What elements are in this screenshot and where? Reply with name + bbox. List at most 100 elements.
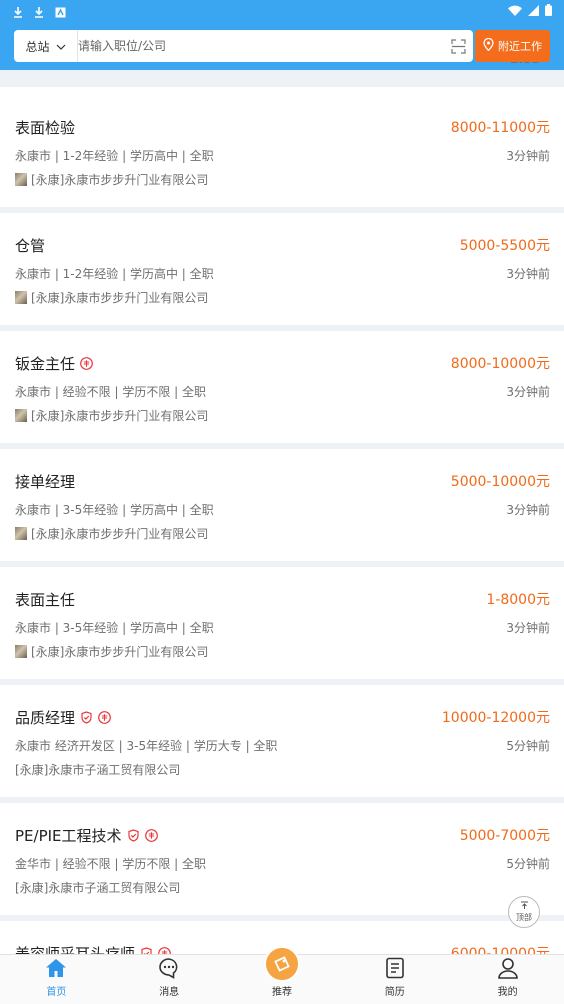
company-name: [永康]永康市步步升门业有限公司: [31, 409, 209, 423]
job-card[interactable]: 表面检验 8000-11000元永康市 | 1-2年经验 | 学历高中 | 全职 3…: [0, 95, 564, 207]
job-title-row: 表面检验: [15, 117, 75, 138]
job-list[interactable]: 表面检验 8000-11000元永康市 | 1-2年经验 | 学历高中 | 全职 3…: [0, 70, 564, 954]
job-meta: 永康市 | 3-5年经验 | 学历高中 | 全职: [15, 621, 214, 635]
urgent-icon: [144, 829, 158, 842]
profile-icon: [496, 956, 520, 980]
job-salary: 5000-5500元: [459, 238, 550, 254]
tab-resume-label: 简历: [384, 987, 405, 998]
company-name: [永康]永康市子涵工贸有限公司: [15, 881, 181, 895]
job-card[interactable]: 钣金主任 8000-10000元 永康市 | 经验不限 | 学历不限 | 全职 3分钟…: [0, 331, 564, 443]
job-title: PE/PIE工程技术: [15, 827, 122, 845]
scan-icon[interactable]: [443, 30, 473, 62]
job-title-row: 接单经理: [15, 471, 75, 492]
job-meta: 永康市 | 1-2年经验 | 学历高中 | 全职: [15, 267, 214, 281]
job-posted-time: 5分钟前: [506, 857, 550, 871]
back-to-top-button[interactable]: 顶部: [508, 896, 540, 928]
home-icon: [44, 956, 68, 980]
resume-icon: [383, 956, 407, 980]
download-icon: [33, 6, 45, 18]
job-title: 美容师采耳头疗师: [15, 945, 136, 954]
back-to-top-label: 顶部: [516, 913, 532, 922]
job-meta: 永康市 经济开发区 | 3-5年经验 | 学历大专 | 全职: [15, 739, 278, 753]
system-status-icons: [508, 4, 552, 20]
job-posted-time: 3分钟前: [506, 385, 550, 399]
job-meta: 永康市 | 3-5年经验 | 学历高中 | 全职: [15, 503, 214, 517]
tab-home[interactable]: 首页: [0, 955, 113, 1004]
tab-profile[interactable]: 我的: [451, 955, 564, 1004]
nearby-jobs-label: 附近工作: [498, 40, 542, 53]
recommend-icon: [263, 946, 300, 982]
job-salary: 8000-10000元: [450, 356, 550, 372]
verified-icon: [140, 947, 153, 954]
job-card[interactable]: PE/PIE工程技术 5000-7000元金华市 | 经验不限 | 学历不限 | …: [0, 803, 564, 915]
job-posted-time: 3分钟前: [506, 621, 550, 635]
tab-recommend-label: 推荐: [271, 987, 292, 998]
job-title: 钣金主任: [15, 355, 76, 373]
download-icon: [12, 6, 24, 18]
status-bar: 2:53: [0, 0, 564, 66]
company-name: [永康]永康市步步升门业有限公司: [31, 527, 209, 541]
job-meta: 永康市 | 1-2年经验 | 学历高中 | 全职: [15, 149, 214, 163]
job-title: 品质经理: [15, 709, 76, 727]
job-card[interactable]: 表面主任 1-8000元永康市 | 3-5年经验 | 学历高中 | 全职 3分钟前 […: [0, 567, 564, 679]
job-company-row: [永康]永康市子涵工贸有限公司: [15, 761, 180, 778]
job-title: 表面主任: [15, 591, 76, 609]
station-selector[interactable]: 总站: [14, 30, 78, 62]
battery-icon: [545, 4, 552, 20]
company-name: [永康]永康市步步升门业有限公司: [31, 291, 209, 305]
job-title-row: 表面主任: [15, 589, 75, 610]
company-name: [永康]永康市步步升门业有限公司: [31, 173, 209, 187]
job-salary: 8000-11000元: [450, 120, 550, 136]
job-salary: 5000-7000元: [459, 828, 550, 844]
station-label: 总站: [25, 39, 50, 54]
nearby-jobs-button[interactable]: 附近工作: [475, 30, 550, 62]
tab-messages[interactable]: 消息: [113, 955, 226, 1004]
urgent-icon: [98, 711, 111, 724]
tab-profile-label: 我的: [497, 987, 518, 998]
job-posted-time: 3分钟前: [506, 503, 550, 517]
job-title: 表面检验: [15, 119, 76, 137]
job-title: 仓管: [15, 237, 46, 255]
search-box: 总站: [14, 30, 473, 62]
verified-icon: [80, 711, 93, 724]
company-logo-icon: [15, 409, 27, 422]
verified-icon: [127, 829, 140, 842]
list-header-strip: [0, 87, 564, 95]
job-card[interactable]: 仓管 5000-5500元永康市 | 1-2年经验 | 学历高中 | 全职 3分钟前…: [0, 213, 564, 325]
arrow-up-icon: [520, 901, 529, 913]
app-notification-icon: [54, 6, 66, 18]
chevron-down-icon: [56, 39, 66, 53]
job-salary: 6000-10000元: [450, 946, 550, 954]
job-salary: 1-8000元: [486, 592, 550, 608]
tab-resume[interactable]: 简历: [338, 955, 451, 1004]
job-company-row: [永康]永康市子涵工贸有限公司: [15, 879, 180, 896]
bottom-tab-bar: 首页 消息 推荐 简历 我的: [0, 946, 564, 1004]
job-meta: 金华市 | 经验不限 | 学历不限 | 全职: [15, 857, 207, 871]
job-title-row: 品质经理: [15, 707, 111, 728]
job-posted-time: 3分钟前: [506, 267, 550, 281]
company-name: [永康]永康市步步升门业有限公司: [31, 645, 209, 659]
company-name: [永康]永康市子涵工贸有限公司: [15, 763, 181, 777]
company-logo-icon: [15, 291, 27, 304]
signal-icon: [528, 4, 539, 20]
job-title-row: 美容师采耳头疗师: [15, 943, 171, 954]
job-company-row: [永康]永康市步步升门业有限公司: [15, 643, 208, 660]
search-bar: 总站 附近工作: [14, 30, 550, 62]
search-input[interactable]: [78, 32, 443, 60]
app-header: 2:53 总站: [0, 0, 564, 70]
job-posted-time: 3分钟前: [506, 149, 550, 163]
location-pin-icon: [483, 37, 494, 54]
wifi-icon: [508, 5, 522, 20]
job-company-row: [永康]永康市步步升门业有限公司: [15, 289, 208, 306]
job-salary: 10000-12000元: [441, 710, 550, 726]
job-card[interactable]: 接单经理 5000-10000元 永康市 | 3-5年经验 | 学历高中 | 全职 3…: [0, 449, 564, 561]
job-title-row: 仓管: [15, 235, 45, 256]
company-logo-icon: [15, 527, 27, 540]
job-title-row: PE/PIE工程技术: [15, 825, 158, 846]
job-posted-time: 5分钟前: [506, 739, 550, 753]
tab-recommend[interactable]: 推荐: [226, 946, 339, 1004]
job-card[interactable]: 品质经理 10000-12000元永康市 经济开发区 | 3-5年经验 | 学历大…: [0, 685, 564, 797]
urgent-icon: [158, 947, 171, 954]
job-company-row: [永康]永康市步步升门业有限公司: [15, 525, 208, 542]
tab-messages-label: 消息: [159, 987, 180, 998]
